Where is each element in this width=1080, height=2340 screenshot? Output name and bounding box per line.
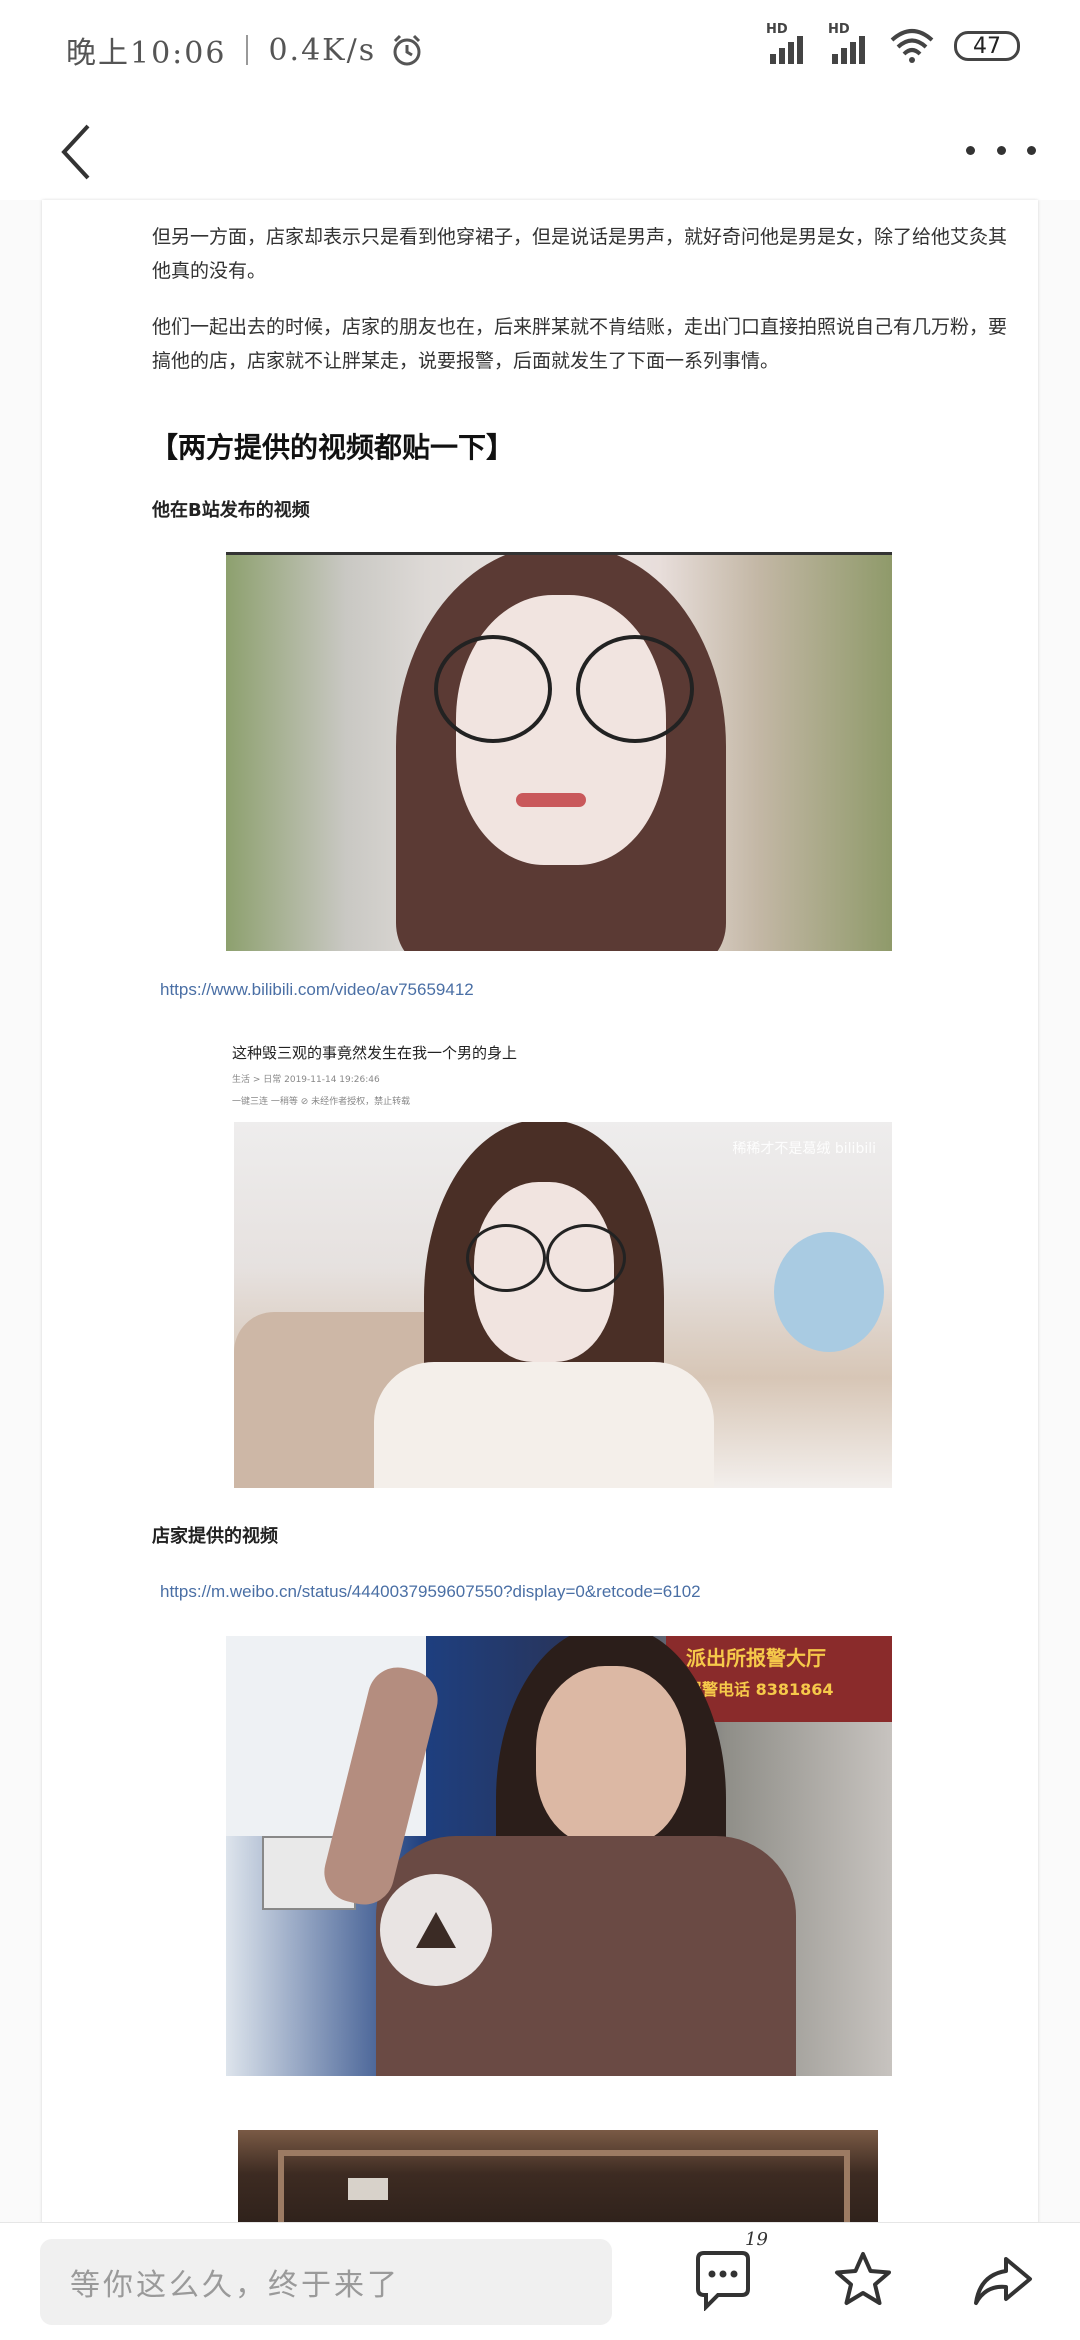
article-image[interactable]: 稀稀才不是葛绒 bilibili bbox=[234, 1122, 892, 1488]
glasses-shape bbox=[466, 1224, 546, 1292]
face-shape bbox=[536, 1666, 686, 1846]
article-image[interactable]: 派出所报警大厅 报警电话 8381864 bbox=[226, 1636, 892, 2076]
bilibili-video-heading: 他在B站发布的视频 bbox=[152, 500, 310, 521]
glasses-shape bbox=[576, 635, 694, 743]
status-separator bbox=[246, 35, 249, 65]
comment-button[interactable] bbox=[692, 2249, 762, 2319]
battery-level: 47 bbox=[973, 33, 1001, 59]
more-dot bbox=[966, 145, 975, 155]
video-meta: 一键三连 一稍等 ⊘ 未经作者授权，禁止转载 bbox=[232, 1097, 411, 1107]
back-button[interactable] bbox=[50, 122, 110, 182]
article-image[interactable] bbox=[238, 2130, 878, 2230]
glasses-shape bbox=[546, 1224, 626, 1292]
page: 晚上10:06 0.4K/s HD HD 47 但另一方面，店家却表示只是看到他… bbox=[0, 0, 1080, 2340]
favorite-button[interactable] bbox=[832, 2249, 902, 2319]
nav-bar bbox=[0, 100, 1080, 200]
status-time: 晚上10:06 bbox=[66, 36, 227, 71]
battery-indicator: 47 bbox=[954, 31, 1020, 61]
article-paragraph: 但另一方面，店家却表示只是看到他穿裙子，但是说话是男声，就好奇问他是男是女，除了… bbox=[152, 226, 1008, 282]
article-content: 但另一方面，店家却表示只是看到他穿裙子，但是说话是男声，就好奇问他是男是女，除了… bbox=[42, 200, 1038, 2230]
more-dot bbox=[996, 145, 1006, 155]
sign-text: 派出所报警大厅 bbox=[686, 1646, 826, 1670]
video-meta: 生活 > 日常 2019-11-14 19:26:46 bbox=[232, 1075, 380, 1085]
article-paragraph: 他们一起出去的时候，店家的朋友也在，后来胖某就不肯结账，走出门口直接拍照说自己有… bbox=[152, 316, 1008, 372]
comment-placeholder: 等你这么久，终于来了 bbox=[70, 2268, 400, 2303]
article-image[interactable] bbox=[226, 552, 892, 951]
comment-icon bbox=[696, 2251, 750, 2312]
play-triangle-icon bbox=[416, 1912, 456, 1948]
glasses-shape bbox=[434, 635, 552, 743]
signal-icon: HD bbox=[828, 22, 870, 64]
plush-toy-shape bbox=[774, 1232, 884, 1352]
alarm-icon bbox=[393, 34, 421, 66]
more-options-button[interactable] bbox=[966, 130, 1036, 170]
comment-input[interactable]: 等你这么久，终于来了 bbox=[40, 2239, 612, 2325]
signal-icon: HD bbox=[766, 22, 808, 64]
wifi-icon bbox=[890, 29, 934, 63]
star-icon bbox=[835, 2252, 891, 2305]
video-title: 这种毁三观的事竟然发生在我一个男的身上 bbox=[232, 1044, 518, 1062]
status-left: 晚上10:06 0.4K/s bbox=[66, 28, 424, 72]
bottom-action-bar: 等你这么久，终于来了 19 bbox=[0, 2222, 1080, 2340]
signal-hd-label: HD bbox=[766, 22, 788, 37]
section-title: 【两方提供的视频都贴一下】 bbox=[150, 431, 515, 464]
status-bar: 晚上10:06 0.4K/s HD HD 47 bbox=[0, 0, 1080, 100]
frame-detail-shape bbox=[348, 2178, 388, 2200]
lips-shape bbox=[516, 793, 586, 807]
comment-count: 19 bbox=[745, 2229, 768, 2250]
more-dot bbox=[1027, 145, 1036, 155]
shop-video-heading: 店家提供的视频 bbox=[152, 1526, 278, 1547]
share-arrow-icon bbox=[974, 2257, 1032, 2305]
share-button[interactable] bbox=[972, 2249, 1042, 2319]
video-play-button[interactable] bbox=[380, 1874, 492, 1986]
bilibili-link[interactable]: https://www.bilibili.com/video/av7565941… bbox=[160, 980, 474, 1000]
weibo-link[interactable]: https://m.weibo.cn/status/44400379596075… bbox=[160, 1582, 701, 1602]
signal-hd-label: HD bbox=[828, 22, 850, 37]
status-right: HD HD 47 bbox=[766, 22, 1020, 64]
video-watermark: 稀稀才不是葛绒 bilibili bbox=[732, 1141, 876, 1157]
back-arrow-icon bbox=[61, 124, 90, 180]
network-speed: 0.4K/s bbox=[268, 32, 377, 68]
sweater-shape bbox=[374, 1362, 714, 1488]
sign-text: 报警电话 8381864 bbox=[686, 1680, 834, 1699]
